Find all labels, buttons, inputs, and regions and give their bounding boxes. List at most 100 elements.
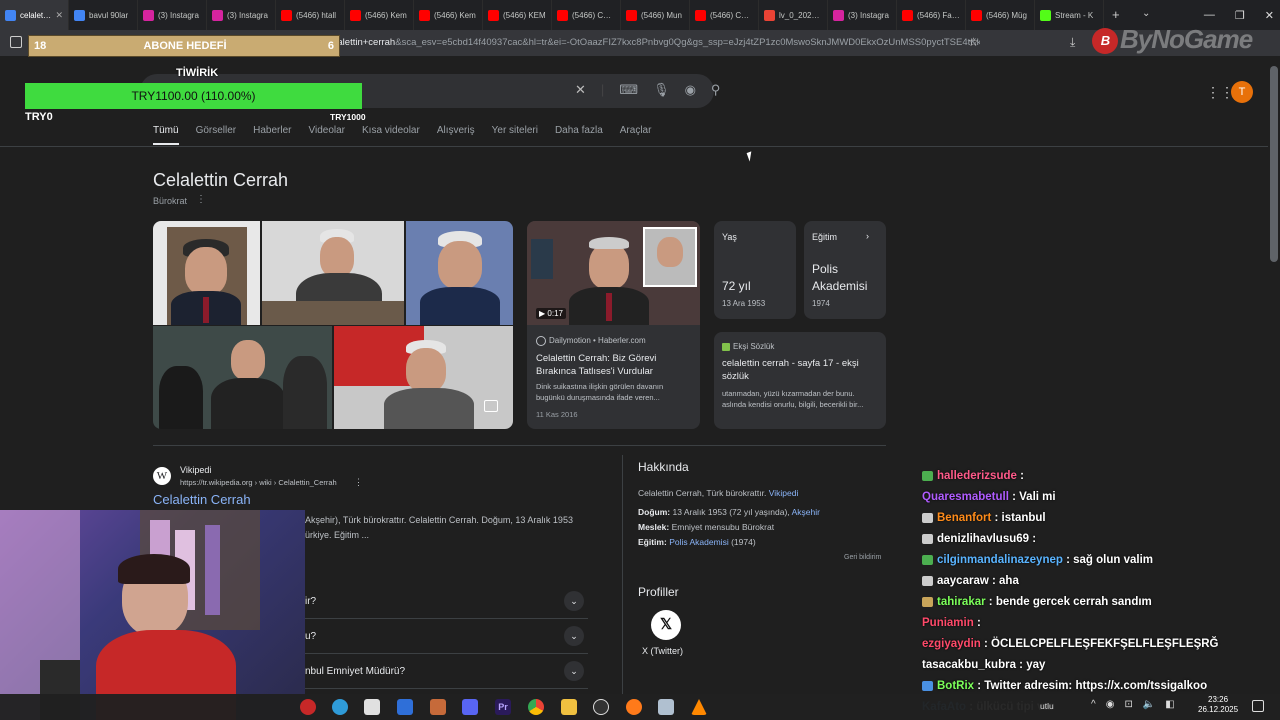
browser-tab[interactable]: lv_0_202512 — [759, 0, 828, 30]
faq-item-2[interactable]: u? ⌄ — [305, 620, 588, 654]
browser-tab[interactable]: (5466) Mun — [621, 0, 690, 30]
browser-tab[interactable]: bavul 90lar — [69, 0, 138, 30]
search-tab[interactable]: Tümü — [153, 125, 179, 145]
eksi-title[interactable]: celalettin cerrah - sayfa 17 - ekşi sözl… — [722, 357, 877, 383]
clear-icon[interactable]: ✕ — [575, 82, 586, 98]
faq-item-3[interactable]: nbul Emniyet Müdürü? ⌄ — [305, 655, 588, 689]
notification-icon[interactable] — [1252, 700, 1264, 712]
app-taskbar-icon[interactable] — [430, 699, 446, 715]
tray-misc-icon[interactable]: ◧ — [1165, 699, 1174, 710]
browser-tab[interactable]: (5466) Müg — [966, 0, 1035, 30]
chat-message: hallederizsude : — [922, 470, 1024, 482]
wiki-snippet: Akşehir), Türk bürokrattır. Celalettin C… — [305, 513, 595, 543]
search-tab[interactable]: Kısa videolar — [362, 125, 420, 145]
minimize-icon[interactable]: — — [1204, 9, 1215, 21]
x-twitter-label[interactable]: X (Twitter) — [642, 646, 683, 656]
chrome-taskbar-icon[interactable] — [528, 699, 544, 715]
browser-tab[interactable]: (5466) Kem — [345, 0, 414, 30]
browser-tab[interactable]: (5466) Kem — [414, 0, 483, 30]
app2-taskbar-icon[interactable] — [658, 699, 674, 715]
kp-more-icon[interactable]: ⋮ — [196, 194, 206, 205]
video-duration: ▶ 0:17 — [536, 308, 566, 319]
birth-place-link[interactable]: Akşehir — [792, 507, 820, 517]
keyboard-icon[interactable]: ⌨ — [619, 82, 638, 98]
search-icon[interactable]: ⚲ — [711, 82, 721, 98]
premiere-taskbar-icon[interactable]: Pr — [495, 699, 511, 715]
about-source-link[interactable]: Vikipedi — [769, 488, 799, 498]
mic-icon[interactable]: 🎙 — [653, 82, 670, 98]
kick-icon — [1040, 9, 1051, 21]
network-icon[interactable]: ⊡ — [1124, 699, 1132, 710]
store-taskbar-icon[interactable] — [364, 699, 380, 715]
chevron-down-icon[interactable]: ⌄ — [564, 591, 584, 611]
volume-icon[interactable]: 🔈 — [1143, 699, 1155, 710]
sidebar-toggle-icon[interactable] — [10, 36, 22, 48]
download-icon[interactable]: ⤓ — [1070, 35, 1075, 50]
edu-label: Eğitim: — [638, 537, 667, 547]
obs-taskbar-icon[interactable] — [593, 699, 609, 715]
avatar[interactable]: T — [1231, 81, 1253, 103]
wiki-title-link[interactable]: Celalettin Cerrah — [153, 492, 251, 507]
image-gallery-icon[interactable] — [484, 400, 498, 412]
job-value: Emniyet mensubu Bürokrat — [671, 522, 775, 532]
kp-image-5[interactable] — [334, 326, 513, 429]
explorer-taskbar-icon[interactable] — [561, 699, 577, 715]
kp-image-3[interactable] — [406, 221, 513, 325]
stream-chat-overlay: hallederizsude : Quaresmabetull : Vali mi… — [922, 470, 1267, 720]
kp-image-4[interactable] — [153, 326, 332, 429]
browser-tab[interactable]: (5466) htall — [276, 0, 345, 30]
discord-taskbar-icon[interactable] — [462, 699, 478, 715]
tab-search-chevron-icon[interactable]: ⌄ — [1142, 8, 1150, 19]
firefox-taskbar-icon[interactable] — [626, 699, 642, 715]
video-title[interactable]: Celalettin Cerrah: Biz Görevi Bırakınca … — [536, 352, 696, 378]
tab-title: (3) Instagra — [227, 10, 268, 20]
new-tab-icon[interactable]: + — [1112, 7, 1120, 22]
edge-taskbar-icon[interactable] — [332, 699, 348, 715]
birth-value: 13 Aralık 1953 (72 yıl yaşında), — [672, 507, 790, 517]
chevron-down-icon[interactable]: ⌄ — [564, 626, 584, 646]
browser-tab[interactable]: (5466) Fatih — [897, 0, 966, 30]
opera-taskbar-icon[interactable] — [300, 699, 316, 715]
search-tab[interactable]: Daha fazla — [555, 125, 603, 145]
search-tab[interactable]: Görseller — [196, 125, 237, 145]
taskbar-clock[interactable]: 23:26 26.12.2025 — [1198, 695, 1238, 715]
close-tab-icon[interactable]: ✕ — [55, 10, 63, 21]
browser-tab[interactable]: (3) Instagra — [138, 0, 207, 30]
search-tab[interactable]: Alışveriş — [437, 125, 475, 145]
close-window-icon[interactable]: ✕ — [1265, 9, 1274, 22]
kp-image-2[interactable] — [262, 221, 404, 325]
restore-icon[interactable]: ❐ — [1235, 9, 1245, 22]
mail-taskbar-icon[interactable] — [397, 699, 413, 715]
tray-app-icon[interactable]: ◉ — [1106, 699, 1115, 710]
bynogame-watermark: B ByNoGame — [1092, 24, 1253, 55]
x-twitter-icon[interactable]: 𝕏 — [651, 610, 681, 640]
browser-tab[interactable]: (5466) KEM — [483, 0, 552, 30]
chat-username: denizlihavlusu69 — [937, 533, 1030, 545]
lens-icon[interactable]: ◉ — [685, 82, 696, 98]
faq-item-1[interactable]: ir? ⌄ — [305, 585, 588, 619]
address-bar[interactable]: elalettin+cerrah&sca_esv=e5cbd14f40937ca… — [330, 33, 980, 53]
kp-image-1[interactable] — [153, 221, 260, 325]
browser-tab[interactable]: (3) Instagra — [207, 0, 276, 30]
search-tab[interactable]: Haberler — [253, 125, 291, 145]
chat-username: BotRix — [937, 680, 975, 692]
search-tab[interactable]: Yer siteleri — [492, 125, 538, 145]
browser-tab[interactable]: (3) Instagra — [828, 0, 897, 30]
scrollbar-thumb[interactable] — [1270, 66, 1278, 262]
tab-title: bavul 90lar — [89, 10, 129, 20]
browser-tab[interactable]: (5466) Cella — [690, 0, 759, 30]
taskbar-window-label[interactable]: utlu — [1040, 701, 1054, 711]
tray-chevron-icon[interactable]: ^ — [1091, 699, 1096, 710]
result-more-icon[interactable]: ⋮ — [354, 477, 363, 488]
bookmark-star-icon[interactable]: ☆ — [968, 35, 979, 49]
browser-tab[interactable]: celalettin ✕ — [0, 0, 69, 30]
chevron-down-icon[interactable]: ⌄ — [564, 661, 584, 681]
search-tab[interactable]: Araçlar — [620, 125, 652, 145]
age-value: 72 yıl — [722, 279, 751, 293]
browser-tab[interactable]: (5466) Cella — [552, 0, 621, 30]
gmail-icon — [764, 9, 775, 21]
search-tab[interactable]: Videolar — [309, 125, 346, 145]
feedback-link[interactable]: Geri bildirim — [844, 554, 881, 561]
search-tabs: Tümü Görseller Haberler Videolar Kısa videol… — [153, 125, 651, 145]
edu-link[interactable]: Polis Akademisi — [669, 537, 729, 547]
